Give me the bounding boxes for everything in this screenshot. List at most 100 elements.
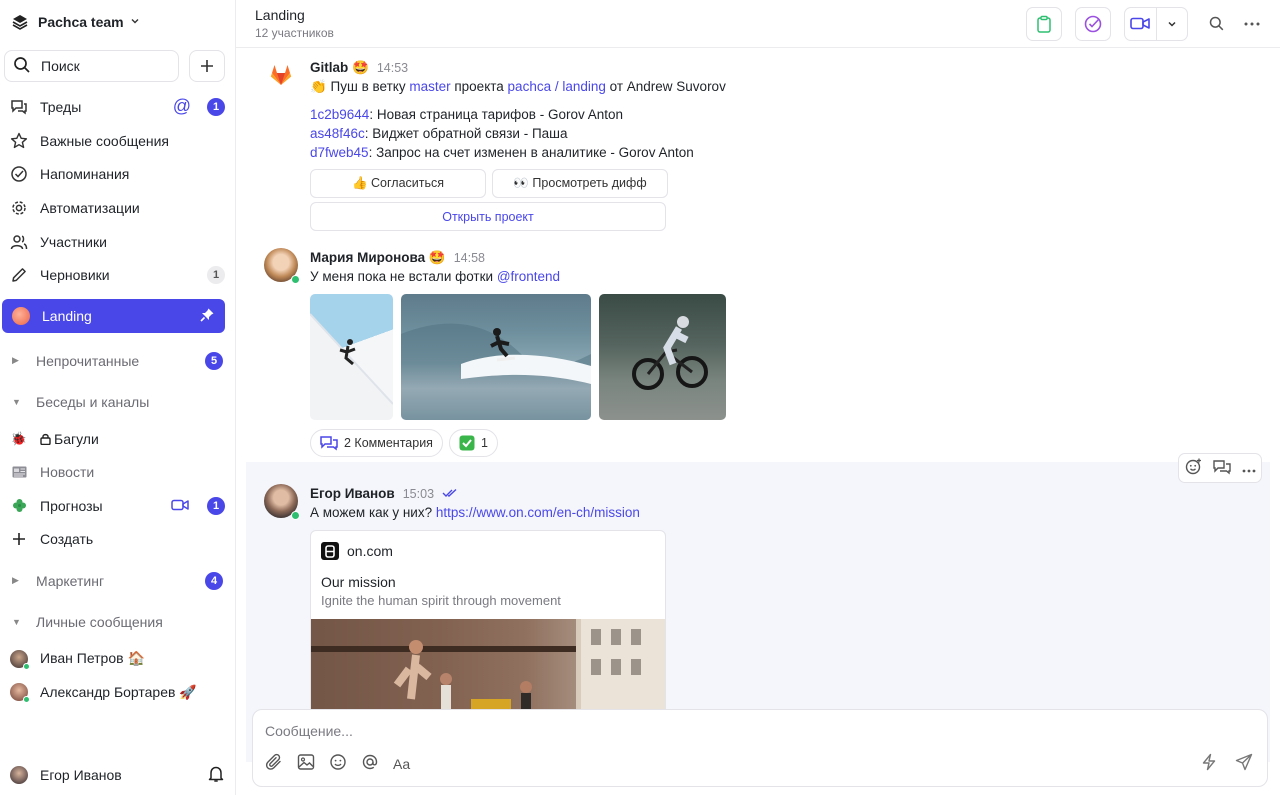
photo-surf[interactable] (401, 294, 591, 420)
sidebar-item-label: Треды (40, 98, 82, 115)
ladybug-icon: 🐞 (10, 430, 28, 446)
caret-right-icon: ▶ (12, 575, 19, 586)
create-channel-button[interactable]: Создать (0, 523, 235, 557)
reaction-count: 1 (480, 436, 488, 450)
message-text: А можем как у них? https://www.on.com/en… (310, 505, 640, 520)
photo-bike[interactable] (599, 294, 726, 420)
video-icon[interactable] (1125, 8, 1156, 40)
online-indicator (23, 662, 30, 670)
sidebar-item-members[interactable]: Участники (0, 225, 235, 259)
send-icon[interactable] (1235, 753, 1253, 774)
sidebar-item-threads[interactable]: Треды @ 1 (0, 90, 235, 124)
sidebar-item-label: Важные сообщения (40, 132, 169, 149)
comments-count: 2 Комментария (344, 436, 433, 450)
message-input[interactable]: Сообщение... (265, 723, 353, 739)
comments-button[interactable]: 2 Комментария (310, 429, 443, 457)
sidebar-item-drafts[interactable]: Черновики 1 (0, 258, 235, 292)
sidebar-item-reminders[interactable]: Напоминания (0, 157, 235, 191)
workspace-switcher[interactable]: Pachca team (0, 0, 235, 44)
view-diff-button[interactable]: 👀 Просмотреть дифф (492, 169, 668, 198)
commit-hash-link[interactable]: d7fweb45 (310, 145, 369, 160)
commit-hash-link[interactable]: as48f46c (310, 126, 365, 141)
current-user-name: Егор Иванов (40, 767, 122, 783)
gitlab-avatar-icon (264, 58, 298, 92)
commit-line: d7fweb45: Запрос на счет изменен в анали… (310, 145, 694, 160)
sidebar-item-landing[interactable]: Landing (2, 299, 225, 334)
open-project-button[interactable]: Открыть проект (310, 202, 666, 231)
message-author[interactable]: Gitlab 🤩 (310, 60, 369, 76)
mention-icon[interactable] (361, 753, 379, 774)
double-check-icon (442, 486, 458, 501)
channel-item-forecasts[interactable]: Прогнозы 1 (0, 489, 235, 523)
branch-link[interactable]: master (409, 79, 450, 94)
message: Gitlab 🤩 14:53 👏 Пуш в ветку master прое… (236, 48, 1280, 231)
commit-hash-link[interactable]: 1c2b9644 (310, 107, 369, 122)
sidebar-item-label: Автоматизации (40, 199, 140, 216)
avatar (10, 649, 30, 670)
message-author[interactable]: Мария Миронова 🤩 (310, 250, 446, 266)
workspace-name: Pachca team (38, 14, 124, 30)
bell-icon[interactable] (207, 765, 225, 786)
section-marketing[interactable]: ▶ Маркетинг 4 (0, 560, 235, 601)
channel-label: Прогнозы (40, 497, 103, 514)
message-author[interactable]: Егор Иванов (310, 486, 395, 501)
agree-button[interactable]: 👍 Согласиться (310, 169, 486, 198)
sidebar-item-important[interactable]: Важные сообщения (0, 124, 235, 158)
more-icon[interactable] (1244, 22, 1260, 26)
preview-site-name: on.com (347, 543, 393, 559)
search-icon[interactable] (1208, 16, 1224, 31)
mention-link[interactable]: @frontend (497, 269, 560, 284)
site-logo-icon (321, 542, 339, 560)
search-button[interactable]: Поиск (4, 50, 179, 82)
preview-description: Ignite the human spirit through movement (321, 593, 561, 608)
avatar (264, 248, 300, 284)
section-label: Личные сообщения (36, 613, 163, 630)
caret-right-icon: ▶ (12, 355, 19, 366)
workspace-logo-icon (12, 14, 28, 30)
dm-item-ivan[interactable]: Иван Петров 🏠 (0, 642, 235, 676)
emoji-icon[interactable] (329, 753, 347, 774)
reaction-check[interactable]: 1 (448, 429, 498, 457)
section-channels[interactable]: ▼ Беседы и каналы (0, 381, 235, 422)
format-text-button[interactable]: Aa (393, 756, 410, 772)
tasks-button[interactable] (1075, 6, 1111, 41)
channel-item-bugs[interactable]: 🐞 Багули (0, 422, 235, 456)
channel-item-news[interactable]: Новости (0, 456, 235, 490)
sidebar-item-label: Напоминания (40, 166, 130, 183)
online-indicator (291, 275, 300, 284)
avatar (10, 683, 30, 704)
section-direct-messages[interactable]: ▼ Личные сообщения (0, 601, 235, 642)
chevron-down-icon[interactable] (1155, 7, 1188, 40)
url-link[interactable]: https://www.on.com/en-ch/mission (436, 505, 640, 520)
notes-button[interactable] (1026, 6, 1062, 41)
message-composer[interactable]: Сообщение... Aa (252, 709, 1268, 787)
commit-line: 1c2b9644: Новая страница тарифов - Gorov… (310, 107, 624, 122)
search-icon (13, 56, 31, 77)
new-chat-button[interactable] (189, 50, 225, 82)
message-time: 15:03 (402, 486, 435, 501)
message-text: У меня пока не встали фотки @frontend (310, 269, 561, 284)
image-icon[interactable] (297, 753, 315, 774)
avatar (264, 484, 300, 520)
pin-icon (199, 307, 215, 326)
channel-label: Багули (40, 431, 225, 447)
attach-icon[interactable] (265, 753, 283, 774)
project-link[interactable]: pachca / landing (508, 79, 606, 94)
current-user[interactable]: Егор Иванов (0, 755, 235, 795)
threads-icon (10, 98, 28, 116)
photo-ski[interactable] (310, 294, 393, 420)
chat-title: Landing (255, 7, 305, 23)
commit-list: 1c2b9644: Новая страница тарифов - Gorov… (310, 105, 726, 162)
sidebar-item-automations[interactable]: Автоматизации (0, 191, 235, 225)
section-unread[interactable]: ▶ Непрочитанные 5 (0, 340, 235, 381)
users-icon (10, 233, 28, 251)
sidebar: Pachca team Поиск Треды @ 1 Важные сообщ… (0, 0, 236, 795)
section-label: Непрочитанные (36, 352, 140, 369)
link-preview-card[interactable]: on.com Our mission Ignite the human spir… (310, 530, 666, 730)
dm-item-alexander[interactable]: Александр Бортарев 🚀 (0, 676, 235, 710)
call-button[interactable] (1124, 6, 1188, 41)
lightning-icon[interactable] (1201, 753, 1217, 774)
unread-badge: 1 (207, 496, 225, 515)
members-count[interactable]: 12 участников (255, 26, 1013, 40)
lock-icon (40, 433, 51, 446)
